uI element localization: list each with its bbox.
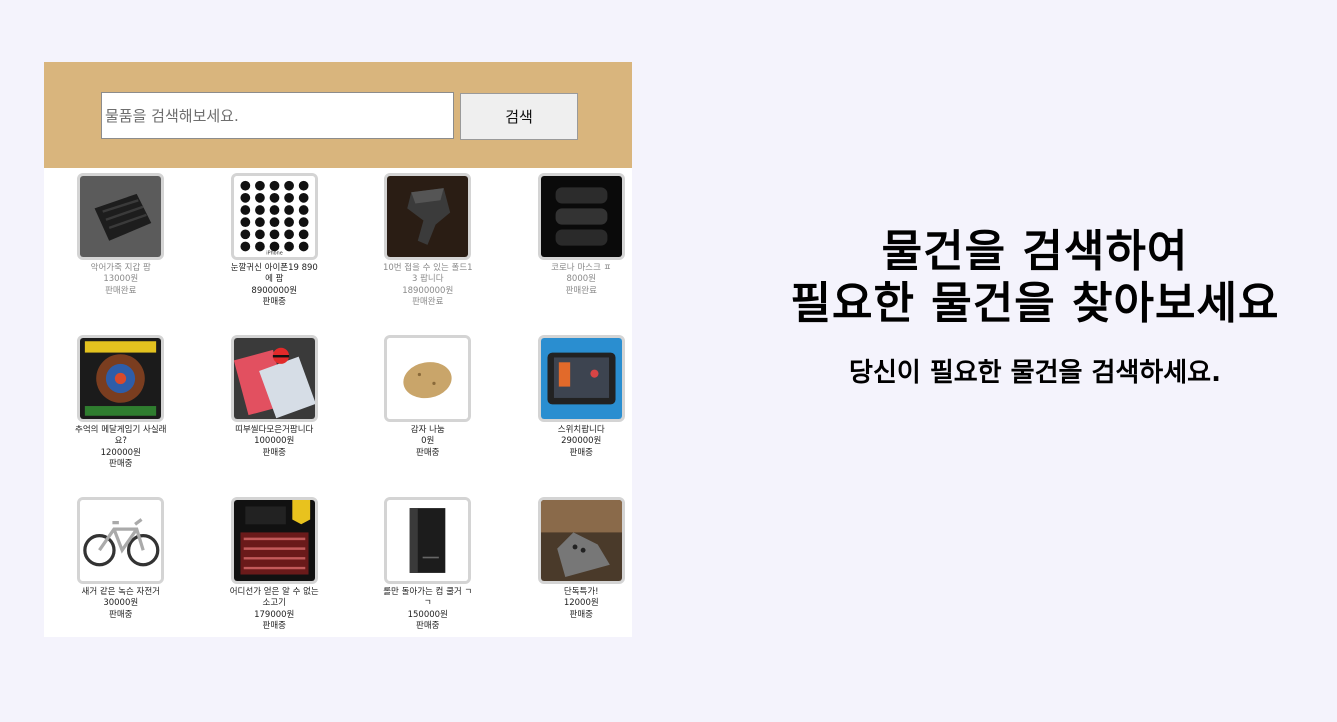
product-card[interactable]: 코로나 마스크 ㅍ 8000원 판매완료 bbox=[505, 173, 633, 335]
product-price: 13000원 bbox=[103, 274, 139, 285]
svg-text:iPhone: iPhone bbox=[266, 251, 282, 257]
search-button[interactable]: 검색 bbox=[460, 93, 578, 140]
product-meta: 어디선가 얻은 알 수 없는 소고기 179000원 판매중 bbox=[228, 587, 320, 632]
product-name: 악어가죽 지갑 팜 bbox=[90, 263, 151, 273]
product-card[interactable]: 스위치팝니다 290000원 판매중 bbox=[505, 335, 633, 497]
product-price: 0원 bbox=[421, 436, 435, 447]
product-card[interactable]: 새거 같은 녹슨 자전거 30000원 판매중 bbox=[44, 497, 198, 637]
product-meta: 10번 접을 수 있는 폴드13 팝니다 18900000원 판매완료 bbox=[382, 263, 474, 308]
product-meta: 롤만 돌아가는 컴 쿨거 ㄱㄱ 150000원 판매중 bbox=[382, 587, 474, 632]
product-price: 179000원 bbox=[254, 609, 295, 620]
bicycle-image bbox=[77, 497, 165, 584]
product-name: 스위치팝니다 bbox=[557, 425, 605, 435]
product-status: 판매완료 bbox=[565, 285, 597, 296]
hero-section: 물건을 검색하여 필요한 물건을 찾아보세요 당신이 필요한 물건을 검색하세요… bbox=[735, 226, 1335, 389]
product-meta: 스위치팝니다 290000원 판매중 bbox=[535, 425, 627, 459]
product-name: 눈깔귀신 아이폰19 890에 팜 bbox=[230, 263, 318, 285]
hero-title-line1: 물건을 검색하여 bbox=[881, 226, 1189, 277]
product-price: 12000원 bbox=[563, 598, 599, 609]
folded-phone-image bbox=[384, 173, 472, 260]
product-card[interactable]: iPhone 눈깔귀신 아이폰19 890에 팜 8900000원 판매중 bbox=[198, 173, 352, 335]
product-card[interactable]: 어디선가 얻은 알 수 없는 소고기 179000원 판매중 bbox=[198, 497, 352, 637]
product-meta: 띠부씰다모은거팜니다 100000원 판매중 bbox=[228, 425, 320, 459]
product-meta: 감자 나눔 0원 판매중 bbox=[382, 425, 474, 459]
product-name: 롤만 돌아가는 컴 쿨거 ㄱㄱ bbox=[383, 587, 473, 609]
product-price: 8000원 bbox=[566, 274, 596, 285]
cat-photo-image bbox=[537, 497, 625, 584]
product-card[interactable]: 띠부씰다모은거팜니다 100000원 판매중 bbox=[198, 335, 352, 497]
product-status: 판매중 bbox=[569, 447, 593, 458]
product-price: 8900000원 bbox=[251, 285, 298, 296]
product-meta: 눈깔귀신 아이폰19 890에 팜 8900000원 판매중 bbox=[228, 263, 320, 308]
product-card[interactable]: 감자 나눔 0원 판매중 bbox=[351, 335, 505, 497]
product-status: 판매중 bbox=[262, 447, 286, 458]
phone-camera-grid-image: iPhone bbox=[230, 173, 318, 260]
product-price: 30000원 bbox=[103, 598, 139, 609]
game-console-image bbox=[537, 335, 625, 422]
market-app-panel: 검색 악어가죽 지갑 팜13000원판매완료iPhone눈깔귀신 아이폰19 8… bbox=[44, 62, 632, 637]
product-name: 감자 나눔 bbox=[410, 425, 445, 435]
product-card[interactable]: 단독특가! 12000원 판매중 bbox=[505, 497, 633, 637]
pc-tower-image bbox=[384, 497, 472, 584]
product-name: 10번 접을 수 있는 폴드13 팝니다 bbox=[382, 263, 473, 285]
product-status: 판매중 bbox=[262, 296, 286, 307]
product-meta: 악어가죽 지갑 팜 13000원 판매완료 bbox=[75, 263, 167, 297]
sticker-album-image bbox=[230, 335, 318, 422]
product-name: 추억의 메달게임기 사실래요? bbox=[75, 425, 167, 447]
product-name: 어디선가 얻은 알 수 없는 소고기 bbox=[229, 587, 319, 609]
product-status: 판매중 bbox=[262, 620, 286, 631]
search-input[interactable] bbox=[101, 92, 454, 139]
product-meta: 새거 같은 녹슨 자전거 30000원 판매중 bbox=[75, 587, 167, 621]
product-status: 판매중 bbox=[416, 620, 440, 631]
product-name: 새거 같은 녹슨 자전거 bbox=[81, 587, 161, 597]
product-status: 판매중 bbox=[569, 609, 593, 620]
product-name: 단독특가! bbox=[563, 587, 599, 597]
mask-image bbox=[537, 173, 625, 260]
hero-subtitle: 당신이 필요한 물건을 검색하세요. bbox=[849, 358, 1221, 388]
hero-title-line2: 필요한 물건을 찾아보세요 bbox=[790, 278, 1280, 329]
product-name: 띠부씰다모은거팜니다 bbox=[235, 425, 314, 435]
product-card[interactable]: 10번 접을 수 있는 폴드13 팝니다 18900000원 판매완료 bbox=[351, 173, 505, 335]
beef-box-image bbox=[230, 497, 318, 584]
product-grid: 악어가죽 지갑 팜 13000원 판매완료 iPhone 눈깔귀신 아이폰19 890에… bbox=[44, 168, 632, 637]
product-meta: 코로나 마스크 ㅍ 8000원 판매완료 bbox=[535, 263, 627, 297]
medal-game-machine-image bbox=[77, 335, 165, 422]
product-card[interactable]: 악어가죽 지갑 팜 13000원 판매완료 bbox=[44, 173, 198, 335]
product-name: 코로나 마스크 ㅍ bbox=[551, 263, 612, 273]
product-status: 판매중 bbox=[109, 609, 133, 620]
product-meta: 단독특가! 12000원 판매중 bbox=[535, 587, 627, 621]
product-meta: 추억의 메달게임기 사실래요? 120000원 판매중 bbox=[75, 425, 167, 470]
product-price: 290000원 bbox=[561, 436, 602, 447]
product-card[interactable]: 추억의 메달게임기 사실래요? 120000원 판매중 bbox=[44, 335, 198, 497]
product-card[interactable]: 롤만 돌아가는 컴 쿨거 ㄱㄱ 150000원 판매중 bbox=[351, 497, 505, 637]
product-status: 판매중 bbox=[109, 458, 133, 469]
product-price: 120000원 bbox=[100, 447, 141, 458]
product-price: 150000원 bbox=[407, 609, 448, 620]
search-bar: 검색 bbox=[44, 62, 632, 168]
product-price: 100000원 bbox=[254, 436, 295, 447]
product-status: 판매완료 bbox=[105, 285, 137, 296]
product-status: 판매완료 bbox=[412, 296, 444, 307]
product-status: 판매중 bbox=[416, 447, 440, 458]
potato-image bbox=[384, 335, 472, 422]
product-price: 18900000원 bbox=[402, 285, 454, 296]
wallet-image bbox=[77, 173, 165, 260]
